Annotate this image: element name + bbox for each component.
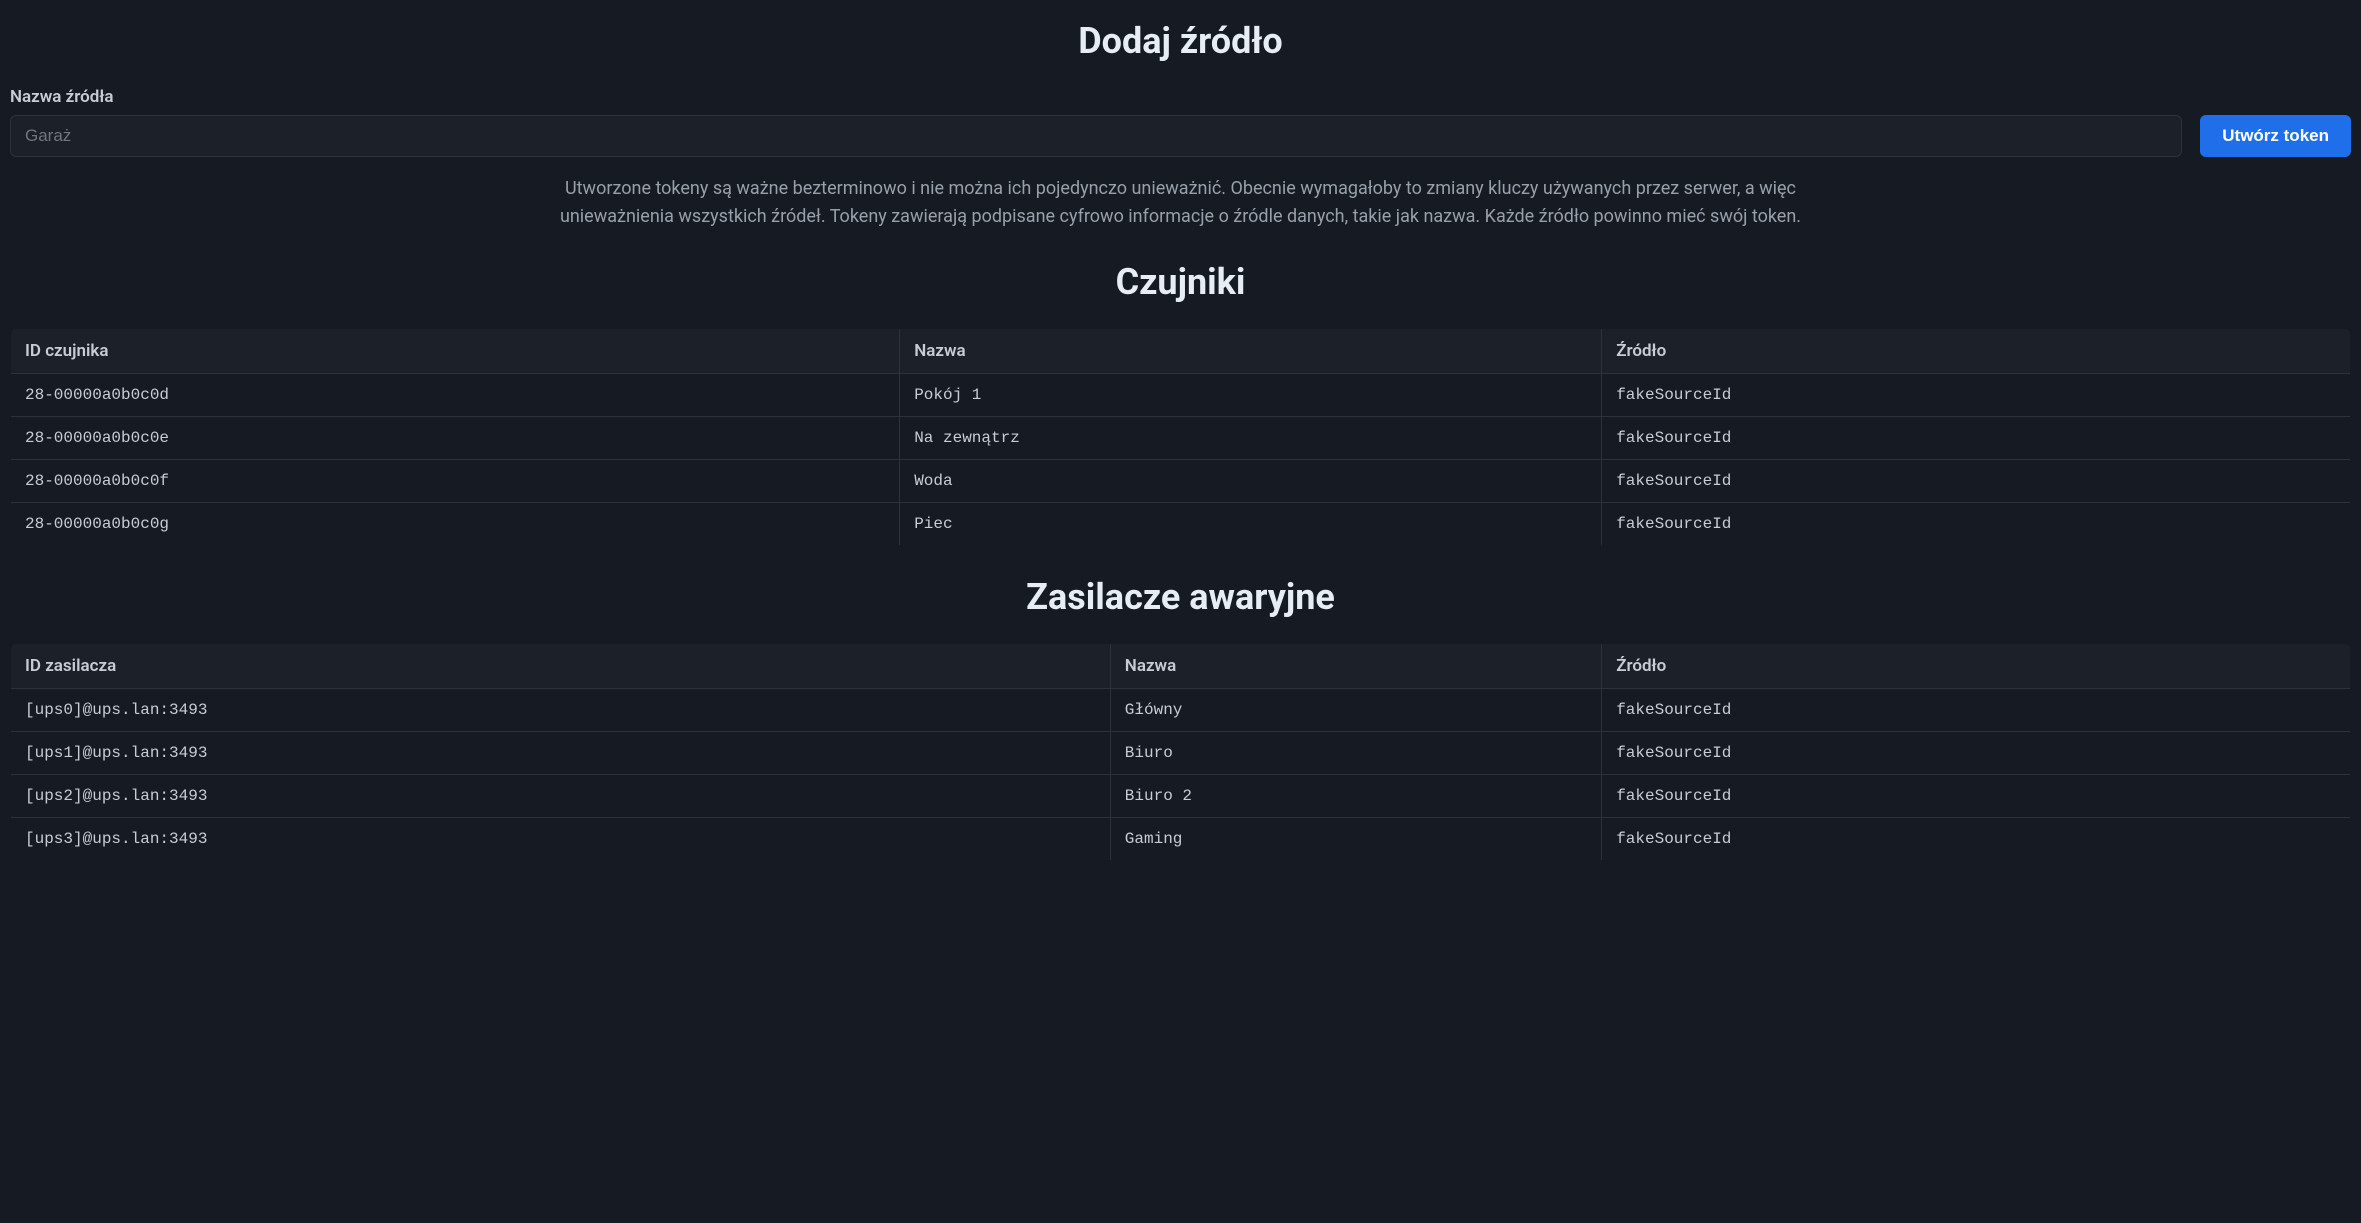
table-row: 28-00000a0b0c0dPokój 1fakeSourceId xyxy=(11,373,2351,416)
table-row-id: 28-00000a0b0c0d xyxy=(11,373,900,416)
table-row-id: 28-00000a0b0c0f xyxy=(11,459,900,502)
table-row-name: Biuro xyxy=(1110,731,1601,774)
table-row-source: fakeSourceId xyxy=(1602,459,2351,502)
ups-header-row: ID zasilacza Nazwa Źródło xyxy=(11,643,2351,688)
table-row: [ups2]@ups.lan:3493Biuro 2fakeSourceId xyxy=(11,774,2351,817)
table-row-source: fakeSourceId xyxy=(1602,688,2351,731)
add-source-form-row: Utwórz token xyxy=(10,115,2351,157)
add-source-heading: Dodaj źródło xyxy=(10,20,2351,62)
table-row-source: fakeSourceId xyxy=(1602,817,2351,860)
ups-section: Zasilacze awaryjne ID zasilacza Nazwa Źr… xyxy=(10,576,2351,861)
sensors-heading: Czujniki xyxy=(10,261,2351,303)
table-row-source: fakeSourceId xyxy=(1602,731,2351,774)
table-row-source: fakeSourceId xyxy=(1602,373,2351,416)
sensors-col-source: Źródło xyxy=(1602,328,2351,373)
create-token-button[interactable]: Utwórz token xyxy=(2200,115,2351,157)
ups-col-id: ID zasilacza xyxy=(11,643,1111,688)
ups-table: ID zasilacza Nazwa Źródło [ups0]@ups.lan… xyxy=(10,643,2351,861)
table-row-source: fakeSourceId xyxy=(1602,774,2351,817)
sensors-section: Czujniki ID czujnika Nazwa Źródło 28-000… xyxy=(10,261,2351,546)
table-row-id: 28-00000a0b0c0g xyxy=(11,502,900,545)
table-row: [ups3]@ups.lan:3493GamingfakeSourceId xyxy=(11,817,2351,860)
table-row-name: Woda xyxy=(900,459,1602,502)
table-row-id: [ups2]@ups.lan:3493 xyxy=(11,774,1111,817)
sensors-header-row: ID czujnika Nazwa Źródło xyxy=(11,328,2351,373)
source-name-label: Nazwa źródła xyxy=(10,87,2351,107)
add-source-section: Dodaj źródło Nazwa źródła Utwórz token U… xyxy=(10,20,2351,231)
table-row: [ups0]@ups.lan:3493GłównyfakeSourceId xyxy=(11,688,2351,731)
table-row-name: Piec xyxy=(900,502,1602,545)
table-row: [ups1]@ups.lan:3493BiurofakeSourceId xyxy=(11,731,2351,774)
sensors-table: ID czujnika Nazwa Źródło 28-00000a0b0c0d… xyxy=(10,328,2351,546)
token-description: Utworzone tokeny są ważne bezterminowo i… xyxy=(521,175,1841,231)
table-row-id: 28-00000a0b0c0e xyxy=(11,416,900,459)
table-row: 28-00000a0b0c0eNa zewnątrzfakeSourceId xyxy=(11,416,2351,459)
source-name-input[interactable] xyxy=(10,115,2182,157)
sensors-col-name: Nazwa xyxy=(900,328,1602,373)
table-row-name: Główny xyxy=(1110,688,1601,731)
table-row-id: [ups1]@ups.lan:3493 xyxy=(11,731,1111,774)
table-row-source: fakeSourceId xyxy=(1602,416,2351,459)
table-row-name: Na zewnątrz xyxy=(900,416,1602,459)
table-row-id: [ups0]@ups.lan:3493 xyxy=(11,688,1111,731)
table-row-id: [ups3]@ups.lan:3493 xyxy=(11,817,1111,860)
table-row: 28-00000a0b0c0gPiecfakeSourceId xyxy=(11,502,2351,545)
ups-col-source: Źródło xyxy=(1602,643,2351,688)
table-row-name: Gaming xyxy=(1110,817,1601,860)
ups-col-name: Nazwa xyxy=(1110,643,1601,688)
table-row-source: fakeSourceId xyxy=(1602,502,2351,545)
ups-heading: Zasilacze awaryjne xyxy=(10,576,2351,618)
table-row-name: Pokój 1 xyxy=(900,373,1602,416)
sensors-col-id: ID czujnika xyxy=(11,328,900,373)
table-row-name: Biuro 2 xyxy=(1110,774,1601,817)
table-row: 28-00000a0b0c0fWodafakeSourceId xyxy=(11,459,2351,502)
